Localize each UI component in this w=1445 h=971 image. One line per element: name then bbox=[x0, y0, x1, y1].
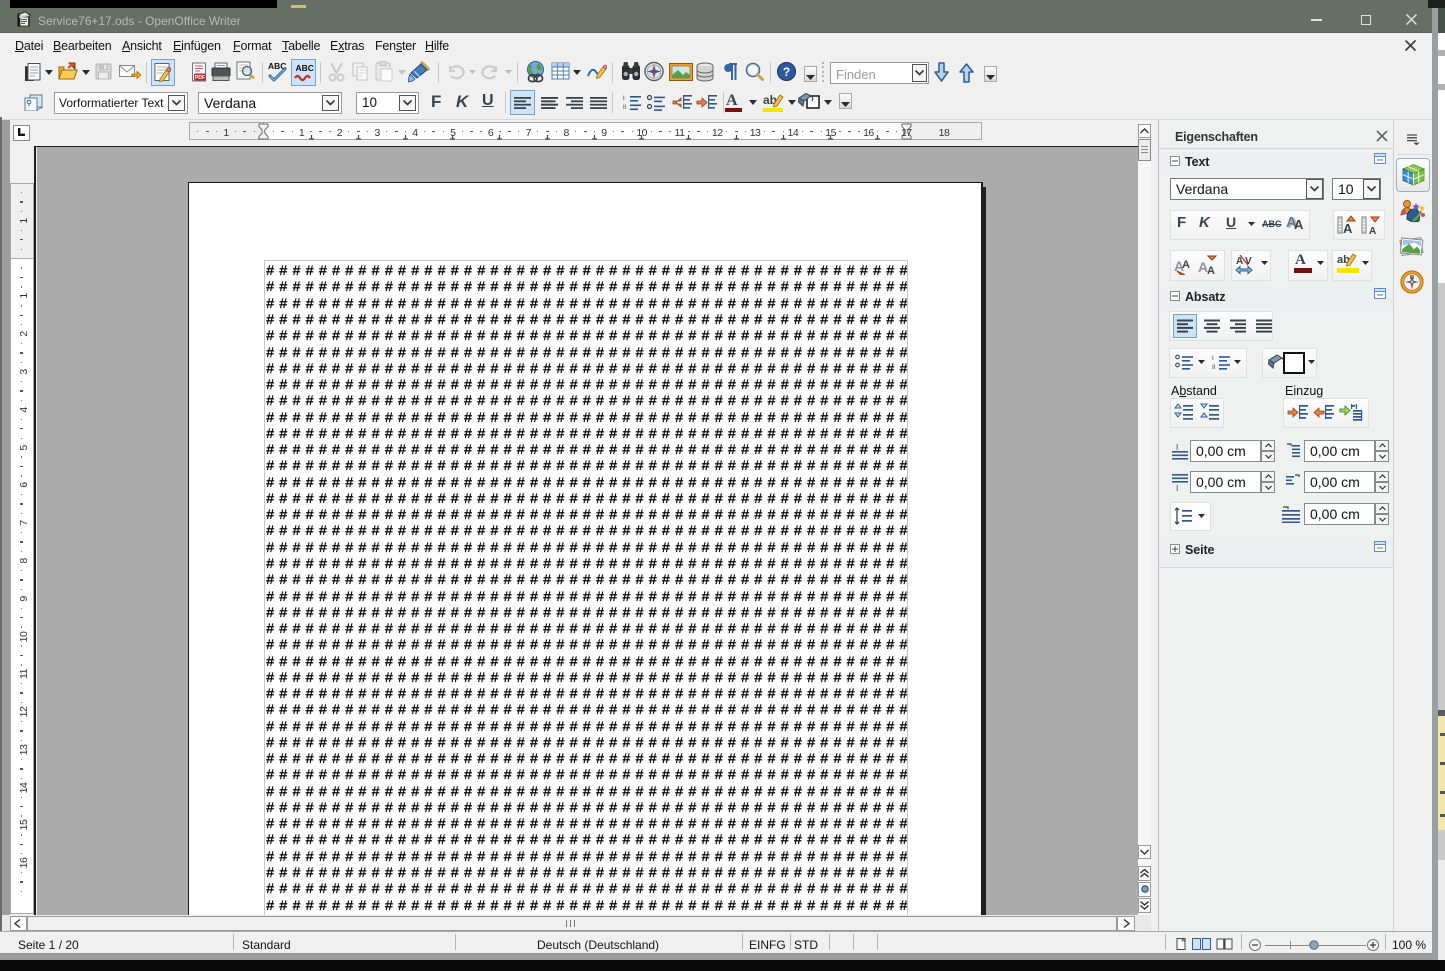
svg-text:I: I bbox=[1212, 355, 1214, 362]
svg-text:II: II bbox=[623, 105, 627, 111]
svg-text:N: N bbox=[1410, 275, 1414, 281]
svg-text:A: A bbox=[1182, 259, 1190, 271]
svg-text:ABC: ABC bbox=[296, 63, 314, 73]
svg-text:I: I bbox=[1176, 484, 1178, 491]
svg-text:I: I bbox=[1176, 443, 1178, 452]
svg-text:PDF: PDF bbox=[195, 75, 205, 81]
svg-text:A: A bbox=[1343, 221, 1353, 235]
svg-text:A: A bbox=[1369, 226, 1376, 235]
svg-text:A: A bbox=[1207, 265, 1215, 275]
svg-text:I: I bbox=[623, 96, 625, 102]
svg-text:?: ? bbox=[783, 65, 790, 79]
svg-text:II: II bbox=[1212, 364, 1216, 371]
